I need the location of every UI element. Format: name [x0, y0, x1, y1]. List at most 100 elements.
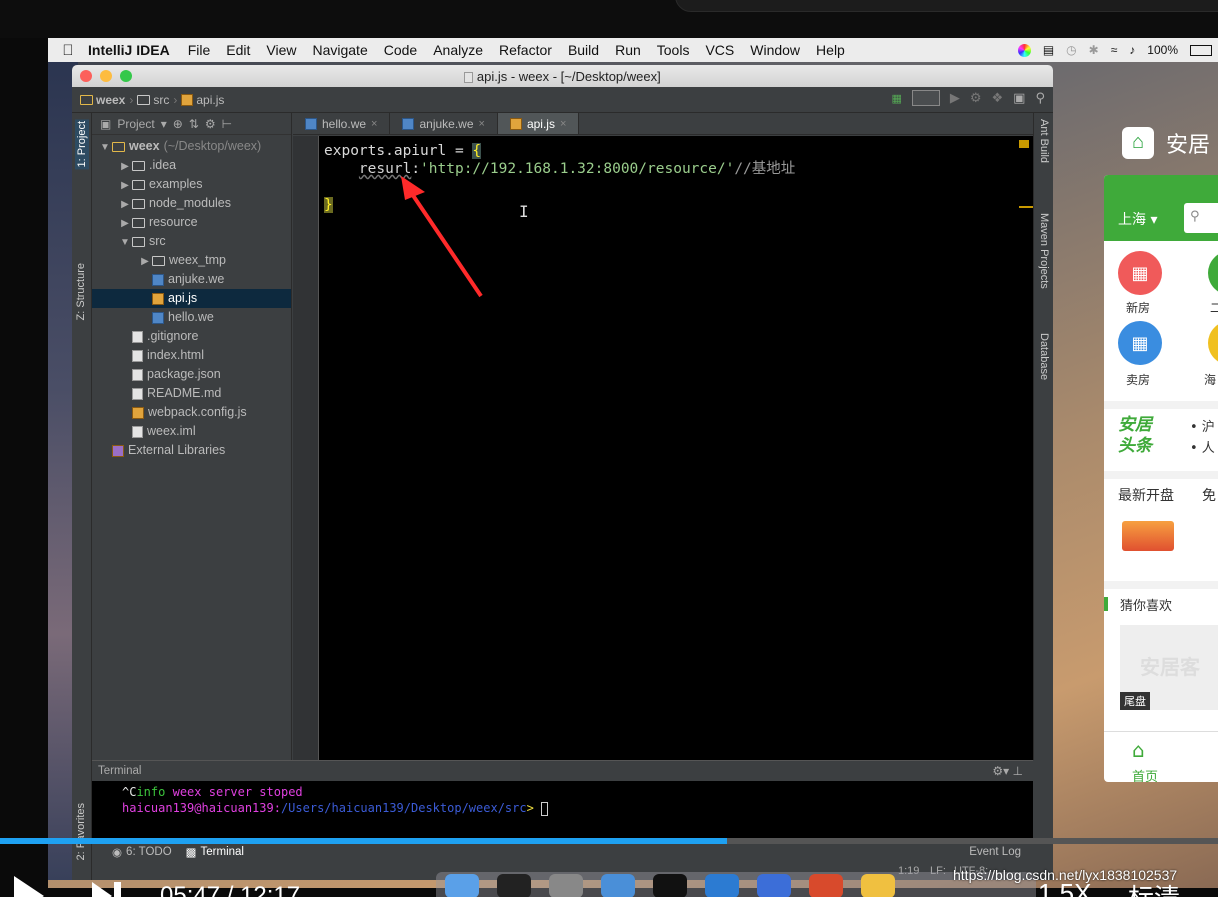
tree-item[interactable]: weex.iml [92, 422, 291, 441]
code-editor[interactable]: exports.apiurl = { resurl:'http://192.16… [293, 136, 1033, 760]
battery-percent[interactable]: 100% [1147, 43, 1178, 57]
battery-icon[interactable] [1190, 44, 1212, 56]
menu-vcs[interactable]: VCS [705, 42, 734, 58]
tree-item[interactable]: hello.we [92, 308, 291, 327]
tool-tab-ant-build[interactable]: Ant Build [1038, 119, 1050, 163]
run-config-select[interactable] [911, 90, 940, 106]
folder-icon [132, 160, 145, 171]
breadcrumb-apijs[interactable]: api.js [181, 93, 224, 107]
tree-item[interactable]: ▶ .idea [92, 156, 291, 175]
tree-item[interactable]: ▼ src [92, 232, 291, 251]
tab-api-js[interactable]: api.js × [497, 113, 580, 134]
menu-analyze[interactable]: Analyze [433, 42, 483, 58]
tool-tab-structure[interactable]: Z: Structure [75, 263, 87, 320]
overseas-icon[interactable] [1208, 321, 1218, 365]
collapsed-arrow-icon[interactable]: ▶ [118, 176, 132, 195]
volume-icon[interactable]: ♪ [1129, 43, 1135, 57]
scroll-from-source-icon[interactable]: ⊕ [173, 117, 183, 131]
bottom-tab-todo[interactable]: ◉ 6: TODO [112, 845, 172, 859]
tree-item[interactable]: .gitignore [92, 327, 291, 346]
apple-icon[interactable]:  [48, 42, 88, 59]
tree-item[interactable]: ▼ weex (~/Desktop/weex) [92, 137, 291, 156]
tree-item[interactable]: External Libraries [92, 441, 291, 460]
collapsed-arrow-icon[interactable]: ▶ [118, 214, 132, 233]
display-icon[interactable]: ▤ [1043, 43, 1054, 57]
tree-item[interactable]: README.md [92, 384, 291, 403]
wifi-icon[interactable]: ≈ [1111, 43, 1118, 57]
second-hand-icon[interactable] [1208, 251, 1218, 295]
tab-anjuke-we[interactable]: anjuke.we × [390, 113, 498, 134]
bluetooth-icon[interactable]: ✱ [1089, 43, 1099, 57]
tree-item[interactable]: anjuke.we [92, 270, 291, 289]
time-machine-icon[interactable]: ◷ [1066, 43, 1076, 57]
collapsed-arrow-icon[interactable]: ▶ [118, 195, 132, 214]
error-stripe-mark[interactable] [1019, 206, 1033, 208]
color-wheel-icon[interactable] [1017, 43, 1031, 57]
collapsed-arrow-icon[interactable]: ▶ [118, 157, 132, 176]
menu-refactor[interactable]: Refactor [499, 42, 552, 58]
terminal-settings-icon[interactable]: ⚙▾ ⊥ [992, 764, 1023, 778]
phone-search-input[interactable]: ⚲ [1184, 203, 1218, 233]
close-tab-icon[interactable]: × [560, 118, 566, 130]
close-tab-icon[interactable]: × [479, 118, 485, 130]
error-stripe-marker[interactable] [1019, 140, 1029, 148]
next-icon[interactable] [92, 882, 112, 897]
sell-house-icon[interactable]: ▦ [1118, 321, 1162, 365]
play-icon[interactable] [14, 876, 44, 897]
menu-navigate[interactable]: Navigate [312, 42, 367, 58]
phone-city-select[interactable]: 上海 ▾ [1118, 209, 1157, 229]
home-icon[interactable]: ⌂ [1132, 738, 1145, 762]
listing-card[interactable]: 安居客 尾盘 [1120, 625, 1218, 710]
menu-file[interactable]: File [188, 42, 211, 58]
tool-tab-project[interactable]: 1: Project [75, 119, 89, 170]
breadcrumb-src[interactable]: src [137, 93, 169, 107]
chevron-down-icon[interactable]: ▾ [161, 117, 167, 131]
tree-item[interactable]: api.js [92, 289, 291, 308]
tab-hello-we[interactable]: hello.we × [293, 113, 391, 134]
menu-help[interactable]: Help [816, 42, 845, 58]
run-icon[interactable]: ▶ [950, 90, 960, 106]
terminal-output[interactable]: ^Cinfo weex server stoped haicuan139@hai… [92, 781, 1033, 841]
menu-run[interactable]: Run [615, 42, 641, 58]
nav-home-label[interactable]: 首页 [1132, 766, 1158, 782]
event-log-button[interactable]: Event Log [969, 846, 1021, 858]
tree-item[interactable]: index.html [92, 346, 291, 365]
expanded-arrow-icon[interactable]: ▼ [118, 233, 132, 252]
new-house-icon[interactable]: ▦ [1118, 251, 1162, 295]
settings-icon[interactable]: ⚙ [205, 117, 216, 131]
build-icon[interactable]: ▦ [891, 92, 901, 105]
menu-edit[interactable]: Edit [226, 42, 250, 58]
hide-panel-icon[interactable]: ⊢ [222, 117, 232, 131]
menu-view[interactable]: View [266, 42, 296, 58]
tree-item[interactable]: webpack.config.js [92, 403, 291, 422]
video-progress-bar[interactable] [0, 838, 1218, 844]
phone-headlines[interactable]: 安居 头条 • 沪 • 人 [1104, 401, 1218, 471]
menu-tools[interactable]: Tools [657, 42, 690, 58]
tool-tab-database[interactable]: Database [1038, 333, 1050, 380]
tree-item[interactable]: package.json [92, 365, 291, 384]
menu-build[interactable]: Build [568, 42, 599, 58]
search-icon[interactable]: ⚲ [1035, 90, 1045, 106]
event-log-label: Event Log [969, 846, 1021, 858]
menu-app-name[interactable]: IntelliJ IDEA [88, 42, 170, 58]
tree-item[interactable]: ▶ resource [92, 213, 291, 232]
window-titlebar[interactable]: api.js - weex - [~/Desktop/weex] [72, 65, 1053, 87]
close-tab-icon[interactable]: × [371, 118, 377, 130]
breadcrumb-weex[interactable]: weex [80, 93, 125, 107]
debug-icon[interactable]: ⚙ [970, 90, 982, 106]
tree-item[interactable]: ▶ examples [92, 175, 291, 194]
collapse-all-icon[interactable]: ⇅ [189, 117, 199, 131]
bottom-tab-terminal[interactable]: ▩ Terminal [186, 845, 244, 859]
phone-new-open[interactable]: 最新开盘 免 [1104, 471, 1218, 581]
coverage-icon[interactable]: ❖ [992, 90, 1004, 106]
expanded-arrow-icon[interactable]: ▼ [98, 138, 112, 157]
tree-item[interactable]: ▶ node_modules [92, 194, 291, 213]
menu-code[interactable]: Code [384, 42, 417, 58]
tree-item[interactable]: ▶ weex_tmp [92, 251, 291, 270]
tool-tab-favorites[interactable]: 2: Favorites [75, 803, 87, 860]
project-view-select[interactable]: Project [117, 117, 154, 131]
project-structure-icon[interactable]: ▣ [1013, 90, 1025, 106]
menu-window[interactable]: Window [750, 42, 800, 58]
collapsed-arrow-icon[interactable]: ▶ [138, 252, 152, 271]
tool-tab-maven[interactable]: Maven Projects [1038, 213, 1050, 289]
